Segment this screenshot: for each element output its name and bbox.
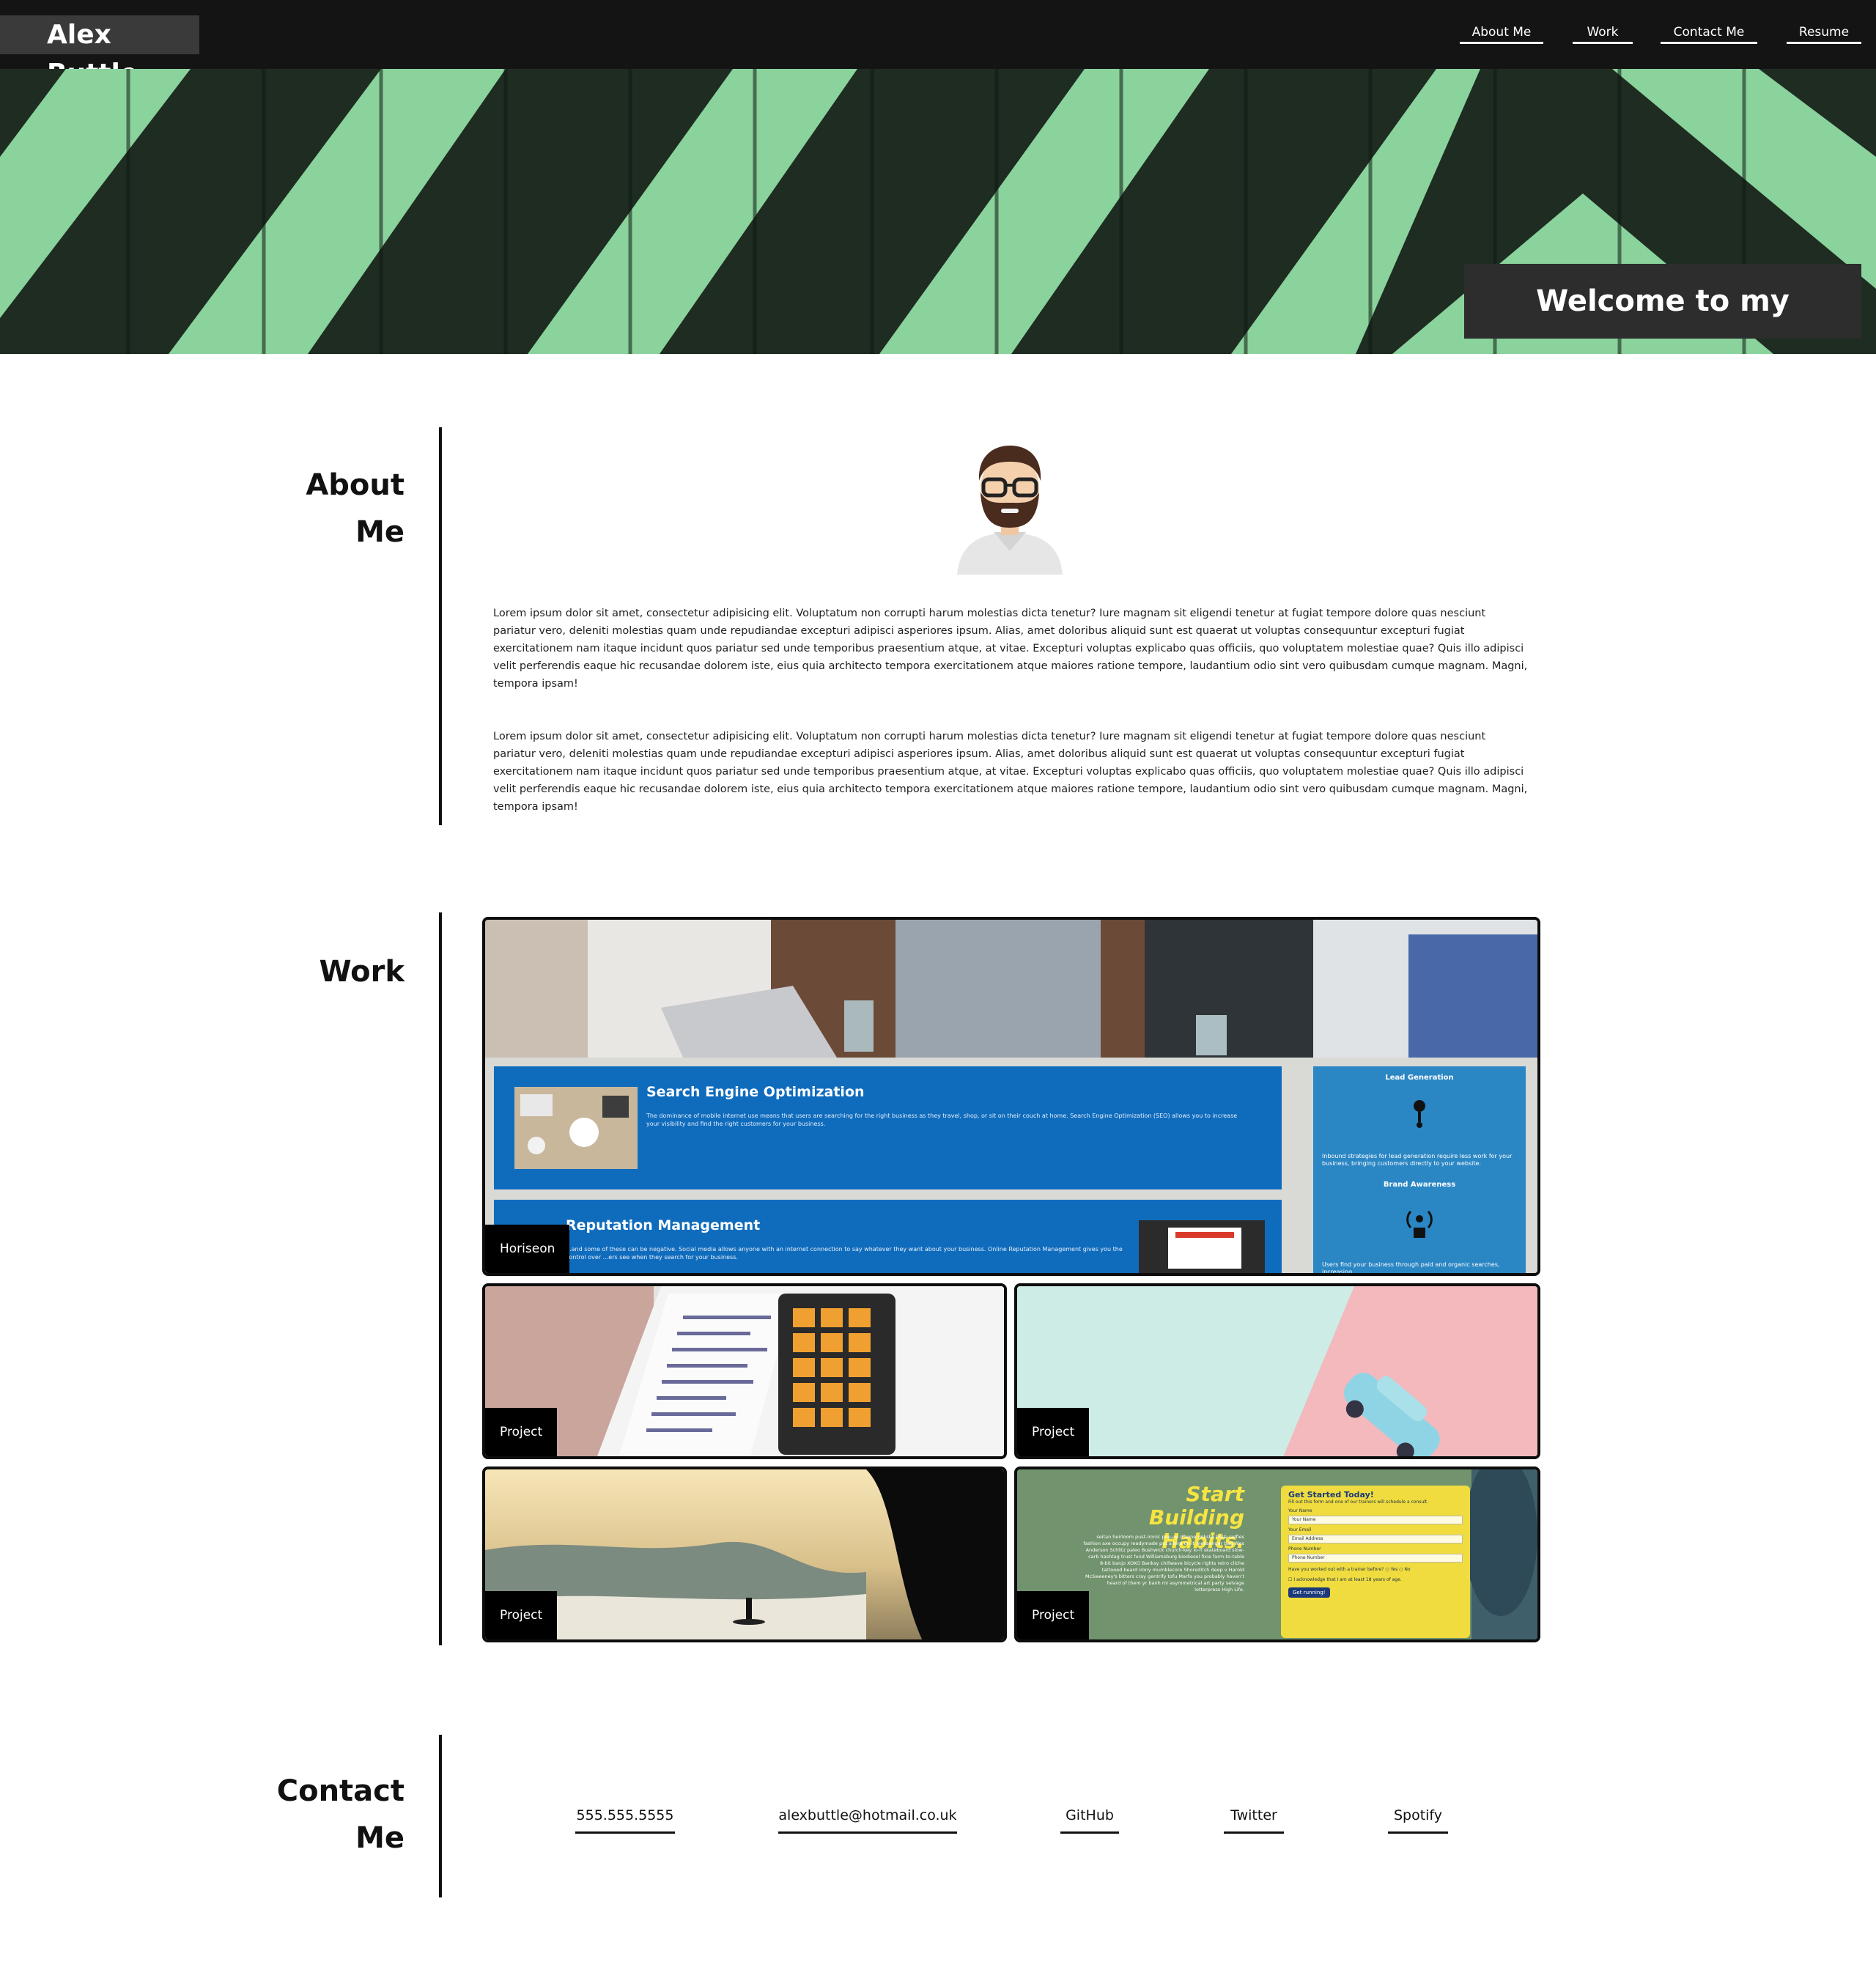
horiseon-seo-block: Search Engine Optimization The dominance… [494, 1066, 1282, 1189]
habits-body: seitan heirloom pust-ironic pop-up iPhon… [1083, 1534, 1244, 1593]
nav-contact-me[interactable]: Contact Me [1661, 25, 1757, 44]
project-card-1[interactable]: Project [482, 1283, 1007, 1459]
top-navbar: Alex Buttle About Me Work Contact Me Res… [0, 0, 1876, 89]
project-label-3[interactable]: Project [485, 1591, 558, 1639]
project-card-4[interactable]: Start Building Habits. seitan heirloom p… [1014, 1467, 1540, 1642]
brand-name[interactable]: Alex Buttle [0, 15, 199, 89]
contact-email-link[interactable]: alexbuttle@hotmail.co.uk [778, 1803, 957, 1834]
nav-resume[interactable]: Resume [1787, 25, 1861, 44]
nav-work[interactable]: Work [1573, 25, 1633, 44]
email-input[interactable]: Email Address [1288, 1535, 1463, 1543]
form-subtitle: Fill out this form and one of our traine… [1288, 1499, 1429, 1505]
surfer-sunset-image [485, 1469, 1004, 1639]
contact-github-link[interactable]: GitHub [1060, 1803, 1119, 1834]
age-acknowledge-text: I acknowledge that I am at least 18 year… [1293, 1577, 1402, 1582]
horiseon-preview: Search Engine Optimization The dominance… [485, 920, 1537, 1273]
no-label: No [1404, 1567, 1411, 1572]
contact-divider [439, 1735, 442, 1897]
name-label: Your Name [1288, 1508, 1312, 1513]
brand-awareness-title: Brand Awareness [1383, 1181, 1456, 1189]
lead-generation-title: Lead Generation [1385, 1074, 1454, 1082]
brand-awareness-text: Users find your business through paid an… [1322, 1261, 1500, 1275]
email-label: Your Email [1288, 1527, 1312, 1532]
about-paragraph-2: Lorem ipsum dolor sit amet, consectetur … [493, 731, 1528, 813]
reputation-text: ...and some of these can be negative. So… [566, 1246, 1123, 1261]
get-running-button[interactable]: Get running! [1288, 1587, 1330, 1598]
contact-twitter-link[interactable]: Twitter [1224, 1803, 1284, 1834]
yes-label: Yes [1390, 1567, 1398, 1572]
contact-title: Contact Me [264, 1768, 405, 1862]
project-label-1[interactable]: Project [485, 1408, 558, 1456]
habits-signup-form: Get Started Today! Fill out this form an… [1281, 1486, 1470, 1638]
lead-generation-text: Inbound strategies for lead generation r… [1322, 1153, 1513, 1167]
lead-generation-icon [1414, 1100, 1425, 1128]
seo-text: The dominance of mobile internet use mea… [646, 1113, 1238, 1127]
horiseon-sidebar: Lead Generation Inbound strategies for l… [1313, 1066, 1526, 1275]
reputation-title: Reputation Management [566, 1217, 761, 1233]
calculator-code-image [485, 1286, 1004, 1456]
project-card-3[interactable]: Project [482, 1467, 1007, 1642]
project-label-4[interactable]: Project [1017, 1591, 1090, 1639]
project-label-2[interactable]: Project [1017, 1408, 1090, 1456]
age-acknowledge: ☐ I acknowledge that I am at least 18 ye… [1288, 1577, 1463, 1583]
contact-phone-link[interactable]: 555.555.5555 [575, 1803, 675, 1834]
avatar [957, 446, 1063, 575]
toy-car-image [1017, 1286, 1537, 1456]
about-title-line2: Me [355, 515, 405, 549]
brand-awareness-icon [1406, 1210, 1433, 1238]
nav-about-me[interactable]: About Me [1460, 25, 1543, 44]
trainer-question: Have you worked out with a trainer befor… [1288, 1567, 1463, 1573]
about-divider [439, 427, 442, 825]
hero-banner: Welcome to my portfolio! [0, 69, 1876, 354]
work-divider [439, 912, 442, 1645]
contact-title-line1: Contact [276, 1774, 405, 1808]
work-title: Work [319, 955, 405, 989]
horiseon-label[interactable]: Horiseon [485, 1225, 570, 1273]
about-title-line1: About [306, 468, 405, 502]
no-radio[interactable]: ○ [1399, 1567, 1403, 1572]
yes-radio[interactable]: ○ [1385, 1567, 1389, 1572]
about-title: About Me [264, 462, 405, 556]
seo-desk-image [514, 1087, 638, 1169]
featured-project-card[interactable]: Search Engine Optimization The dominance… [482, 917, 1540, 1276]
seo-title: Search Engine Optimization [646, 1084, 865, 1100]
contact-title-line2: Me [355, 1821, 405, 1855]
horiseon-reputation-block: Reputation Management ...and some of the… [494, 1200, 1282, 1273]
phone-label: Phone Number [1288, 1546, 1321, 1552]
contact-spotify-link[interactable]: Spotify [1388, 1803, 1448, 1834]
form-title: Get Started Today! [1288, 1490, 1374, 1499]
name-input[interactable]: Your Name [1288, 1516, 1463, 1524]
about-paragraph-1: Lorem ipsum dolor sit amet, consectetur … [493, 608, 1528, 690]
reputation-laptop-image [1139, 1220, 1265, 1273]
project-card-2[interactable]: Project [1014, 1283, 1540, 1459]
age-checkbox[interactable]: ☐ [1288, 1577, 1292, 1582]
trainer-question-text: Have you worked out with a trainer befor… [1288, 1567, 1384, 1572]
hero-title: Welcome to my portfolio! [1464, 264, 1861, 339]
phone-input[interactable]: Phone Number [1288, 1554, 1463, 1563]
